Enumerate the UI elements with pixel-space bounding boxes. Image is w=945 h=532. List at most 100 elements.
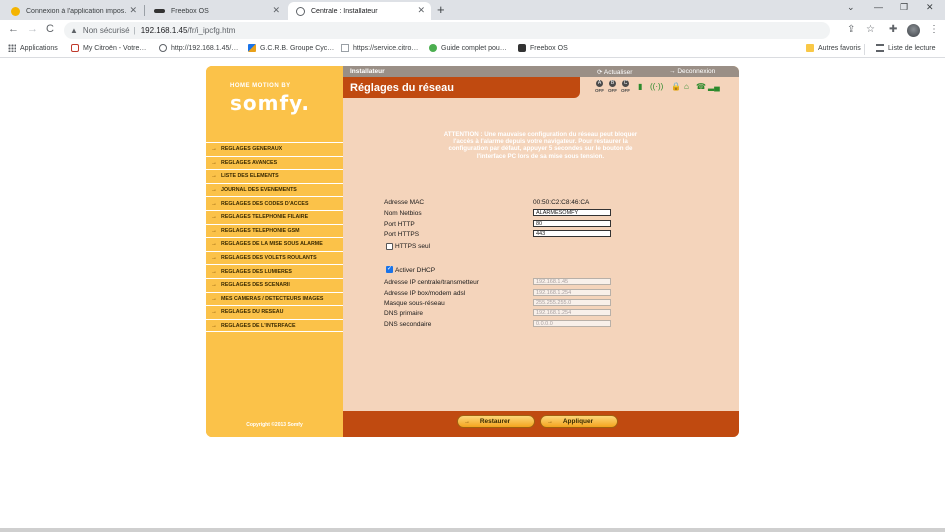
bookmark-label: http://192.168.1.45/…	[171, 44, 239, 52]
battery-icon: ▮	[638, 82, 643, 91]
refresh-link[interactable]: ⟳ Actualiser	[597, 68, 632, 76]
tab-search-icon[interactable]: ⌄	[847, 2, 855, 13]
sidebar-item-reglages-generaux[interactable]: → REGLAGES GENERAUX	[206, 142, 344, 156]
phone-icon: ☎	[696, 82, 706, 91]
arrow-right-icon: →	[211, 173, 217, 180]
menu-icon[interactable]: ⋮	[929, 24, 939, 35]
logout-label: Deconnexion	[677, 68, 716, 75]
bookmark-reading-list[interactable]: Liste de lecture	[876, 44, 935, 52]
close-icon[interactable]: ✕	[417, 5, 425, 16]
tab-freebox[interactable]: Freebox OS ✕	[146, 2, 286, 20]
sidebar-item-cameras[interactable]: → MES CAMERAS / DETECTEURS IMAGES	[206, 291, 344, 306]
sidebar-item-liste-elements[interactable]: → LISTE DES ELEMENTS	[206, 169, 344, 183]
bookmarks-bar: Applications My Citroën - Votre… http://…	[0, 41, 945, 58]
tab-connexion[interactable]: Connexion à l'application impos… ✕	[3, 2, 143, 20]
sidebar-item-scenarii[interactable]: → REGLAGES DES SCENARII	[206, 277, 344, 292]
https-only-checkbox[interactable]	[386, 243, 393, 250]
arrow-right-icon: →	[211, 268, 217, 275]
folder-icon	[806, 44, 814, 52]
dns-secondary-field[interactable]	[533, 320, 611, 327]
restore-icon[interactable]: ❐	[900, 2, 908, 13]
sidebar-item-mise-sous-alarme[interactable]: → REGLAGES DE LA MISE SOUS ALARME	[206, 237, 344, 251]
https-port-label: Port HTTPS	[384, 231, 420, 238]
close-icon[interactable]: ✕	[129, 5, 137, 16]
address-bar[interactable]: ▲ Non sécurisé | 192.168.1.45/fr/i_ipcfg…	[64, 22, 830, 39]
refresh-icon: ⟳	[597, 68, 604, 76]
tab-centrale[interactable]: Centrale : Installateur ✕	[288, 2, 431, 20]
sidebar-item-lumieres[interactable]: → REGLAGES DES LUMIERES	[206, 264, 344, 278]
dhcp-label: Activer DHCP	[395, 267, 436, 274]
refresh-label: Actualiser	[603, 68, 633, 76]
zone-c-status: C OFF	[621, 80, 630, 94]
http-port-field[interactable]	[533, 220, 611, 227]
zone-letter: A	[596, 80, 603, 87]
arrow-right-icon: →	[211, 282, 217, 289]
back-icon[interactable]: ←	[8, 23, 19, 35]
bookmark-guide[interactable]: Guide complet pou…	[429, 44, 507, 52]
sidebar-item-codes-acces[interactable]: → REGLAGES DES CODES D'ACCES	[206, 196, 344, 210]
logout-link[interactable]: → Deconnexion	[669, 68, 715, 75]
sidebar-item-reglages-avances[interactable]: → REGLAGES AVANCES	[206, 155, 344, 170]
sidebar-item-journal[interactable]: → JOURNAL DES EVENEMENTS	[206, 182, 344, 197]
sidebar-menu: → REGLAGES GENERAUX → REGLAGES AVANCES → LI…	[206, 142, 344, 333]
subnet-mask-label: Masque sous-réseau	[384, 300, 445, 307]
top-bar: Installateur ⟳ Actualiser → Deconnexion	[343, 66, 739, 77]
sidebar-item-telephonie-filaire[interactable]: → REGLAGES TELEPHONIE FILAIRE	[206, 209, 344, 224]
sidebar-item-interface[interactable]: → REGLAGES DE L'INTERFACE	[206, 318, 344, 333]
bookmark-service-citroen[interactable]: https://service.citro…	[341, 44, 418, 52]
bookmark-separator	[864, 44, 865, 55]
forward-icon[interactable]: →	[27, 23, 38, 35]
browser-toolbar: ← → C ▲ Non sécurisé | 192.168.1.45/fr/i…	[0, 20, 945, 41]
sidebar-item-label: REGLAGES GENERAUX	[221, 146, 283, 153]
sidebar-item-label: JOURNAL DES EVENEMENTS	[221, 187, 297, 194]
netbios-field[interactable]	[533, 209, 611, 216]
ip-box-field[interactable]	[533, 289, 611, 296]
star-icon[interactable]: ☆	[866, 24, 875, 35]
bookmark-ip[interactable]: http://192.168.1.45/…	[159, 44, 238, 52]
sidebar-item-label: REGLAGES DU RESEAU	[221, 309, 284, 316]
restore-button[interactable]: → Restaurer	[457, 415, 535, 428]
close-window-icon[interactable]: ✕	[926, 2, 934, 13]
apply-label: Appliquer	[562, 418, 594, 425]
bookmark-applications[interactable]: Applications	[8, 44, 58, 52]
dns-primary-field[interactable]	[533, 309, 611, 316]
bookmark-other-favorites[interactable]: Autres favoris	[806, 44, 861, 52]
bookmark-gcrb[interactable]: G.C.R.B. Groupe Cyc…	[248, 44, 334, 52]
avatar[interactable]	[907, 24, 920, 37]
subnet-mask-field[interactable]	[533, 299, 611, 306]
sidebar-item-label: REGLAGES DES LUMIERES	[221, 268, 292, 275]
sidebar-item-volets-roulants[interactable]: → REGLAGES DES VOLETS ROULANTS	[206, 250, 344, 265]
bookmark-label: Liste de lecture	[888, 44, 936, 52]
new-tab-button[interactable]: +	[437, 2, 445, 17]
gsm-signal-icon: ▂▄	[708, 82, 720, 91]
sidebar-item-label: LISTE DES ELEMENTS	[221, 173, 279, 180]
bookmark-freebox[interactable]: Freebox OS	[518, 44, 568, 52]
close-icon[interactable]: ✕	[272, 5, 280, 16]
mac-label: Adresse MAC	[384, 199, 425, 206]
zone-state: OFF	[608, 88, 617, 93]
share-icon[interactable]: ⇪	[847, 24, 855, 35]
extensions-icon[interactable]: ✚	[889, 24, 897, 35]
main-content: Installateur ⟳ Actualiser → Deconnexion …	[343, 66, 739, 437]
sidebar-item-label: REGLAGES TELEPHONIE GSM	[221, 227, 300, 234]
window-bottom-edge	[0, 528, 945, 532]
url-host: 192.168.1.45	[140, 26, 188, 35]
arrow-right-icon: →	[211, 187, 217, 194]
action-footer: → Restaurer → Appliquer	[343, 411, 739, 437]
section-label: Installateur	[350, 68, 385, 75]
bookmark-citroen[interactable]: My Citroën - Votre…	[71, 44, 146, 52]
https-only-label: HTTPS seul	[395, 243, 431, 250]
apply-button[interactable]: → Appliquer	[540, 415, 618, 428]
https-port-field[interactable]	[533, 230, 611, 237]
sidebar-item-reseau[interactable]: → REGLAGES DU RESEAU	[206, 305, 344, 319]
sidebar: HOME MOTION BY somfy. → REGLAGES GENERAUX…	[206, 66, 344, 437]
dhcp-checkbox[interactable]: ✓	[386, 266, 393, 273]
restore-label: Restaurer	[479, 418, 511, 425]
ip-central-field[interactable]	[533, 278, 611, 285]
arrow-right-icon: →	[211, 309, 217, 316]
bookmark-label: G.C.R.B. Groupe Cyc…	[260, 44, 335, 52]
minimize-icon[interactable]: —	[874, 2, 883, 12]
reload-icon[interactable]: C	[46, 23, 54, 35]
sidebar-item-telephonie-gsm[interactable]: → REGLAGES TELEPHONIE GSM	[206, 223, 344, 238]
sidebar-item-label: REGLAGES DES SCENARII	[221, 282, 290, 289]
